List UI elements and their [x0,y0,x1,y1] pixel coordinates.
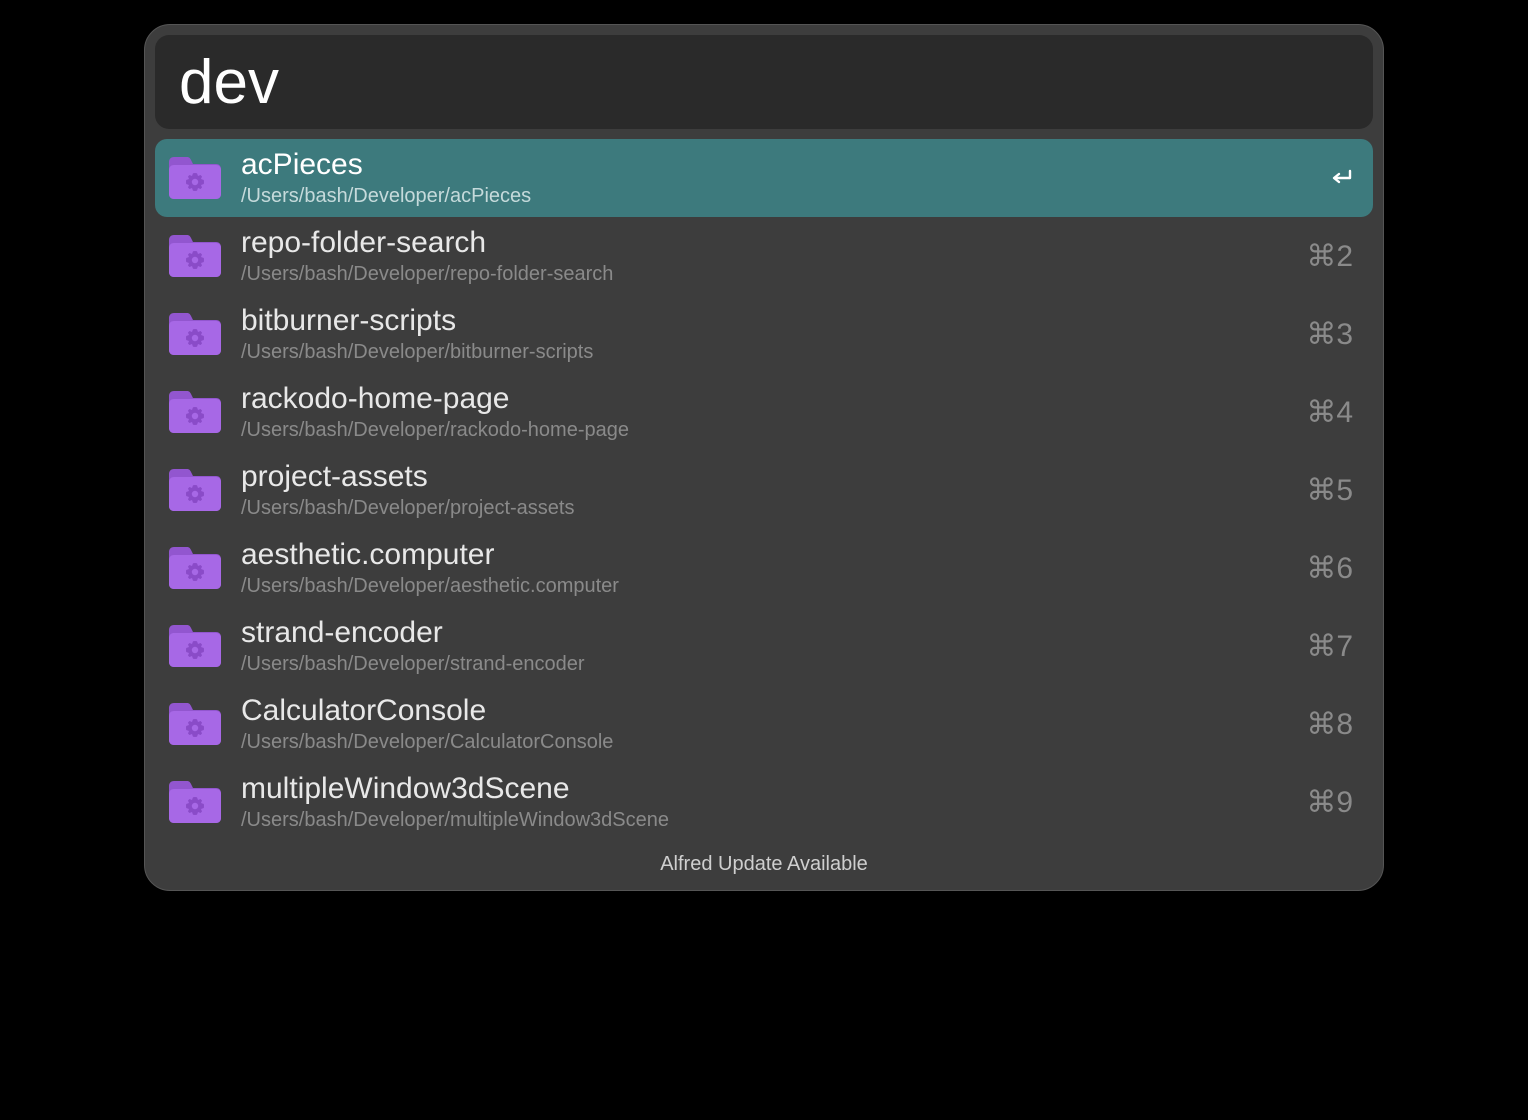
folder-icon [165,622,225,670]
result-subtitle: /Users/bash/Developer/repo-folder-search [241,261,1290,287]
folder-icon [165,544,225,592]
shortcut-label: ⌘3 [1306,317,1353,352]
result-text: multipleWindow3dScene/Users/bash/Develop… [241,772,1290,833]
result-subtitle: /Users/bash/Developer/aesthetic.computer [241,573,1290,599]
result-text: rackodo-home-page/Users/bash/Developer/r… [241,382,1290,443]
result-title: bitburner-scripts [241,304,1290,337]
result-text: acPieces/Users/bash/Developer/acPieces [241,148,1313,209]
shortcut-label: ⌘5 [1306,473,1353,508]
search-bar[interactable] [155,35,1373,129]
result-title: strand-encoder [241,616,1290,649]
folder-icon [165,388,225,436]
result-subtitle: /Users/bash/Developer/rackodo-home-page [241,417,1290,443]
search-input[interactable] [179,47,1349,118]
result-title: rackodo-home-page [241,382,1290,415]
result-text: project-assets/Users/bash/Developer/proj… [241,460,1290,521]
result-item[interactable]: aesthetic.computer/Users/bash/Developer/… [155,529,1373,607]
result-item[interactable]: repo-folder-search/Users/bash/Developer/… [155,217,1373,295]
result-title: aesthetic.computer [241,538,1290,571]
shortcut-label: ⌘7 [1306,629,1353,664]
result-item[interactable]: project-assets/Users/bash/Developer/proj… [155,451,1373,529]
alfred-window: acPieces/Users/bash/Developer/acPieces r… [144,24,1384,891]
return-icon [1329,169,1353,187]
folder-icon [165,466,225,514]
footer-message[interactable]: Alfred Update Available [155,841,1373,890]
result-text: aesthetic.computer/Users/bash/Developer/… [241,538,1290,599]
result-title: multipleWindow3dScene [241,772,1290,805]
result-title: acPieces [241,148,1313,181]
shortcut-label: ⌘4 [1306,395,1353,430]
folder-icon [165,778,225,826]
result-title: repo-folder-search [241,226,1290,259]
folder-icon [165,700,225,748]
results-list: acPieces/Users/bash/Developer/acPieces r… [155,139,1373,841]
result-title: project-assets [241,460,1290,493]
result-subtitle: /Users/bash/Developer/project-assets [241,495,1290,521]
result-subtitle: /Users/bash/Developer/multipleWindow3dSc… [241,807,1290,833]
result-item[interactable]: acPieces/Users/bash/Developer/acPieces [155,139,1373,217]
result-text: bitburner-scripts/Users/bash/Developer/b… [241,304,1290,365]
result-subtitle: /Users/bash/Developer/CalculatorConsole [241,729,1290,755]
result-text: strand-encoder/Users/bash/Developer/stra… [241,616,1290,677]
result-item[interactable]: CalculatorConsole/Users/bash/Developer/C… [155,685,1373,763]
result-text: repo-folder-search/Users/bash/Developer/… [241,226,1290,287]
result-subtitle: /Users/bash/Developer/acPieces [241,183,1313,209]
shortcut-label: ⌘2 [1306,239,1353,274]
result-subtitle: /Users/bash/Developer/strand-encoder [241,651,1290,677]
shortcut-label: ⌘8 [1306,707,1353,742]
result-item[interactable]: strand-encoder/Users/bash/Developer/stra… [155,607,1373,685]
folder-icon [165,310,225,358]
result-item[interactable]: bitburner-scripts/Users/bash/Developer/b… [155,295,1373,373]
shortcut-label: ⌘9 [1306,785,1353,820]
result-item[interactable]: multipleWindow3dScene/Users/bash/Develop… [155,763,1373,841]
folder-icon [165,154,225,202]
result-item[interactable]: rackodo-home-page/Users/bash/Developer/r… [155,373,1373,451]
folder-icon [165,232,225,280]
result-title: CalculatorConsole [241,694,1290,727]
result-text: CalculatorConsole/Users/bash/Developer/C… [241,694,1290,755]
result-subtitle: /Users/bash/Developer/bitburner-scripts [241,339,1290,365]
shortcut-label: ⌘6 [1306,551,1353,586]
